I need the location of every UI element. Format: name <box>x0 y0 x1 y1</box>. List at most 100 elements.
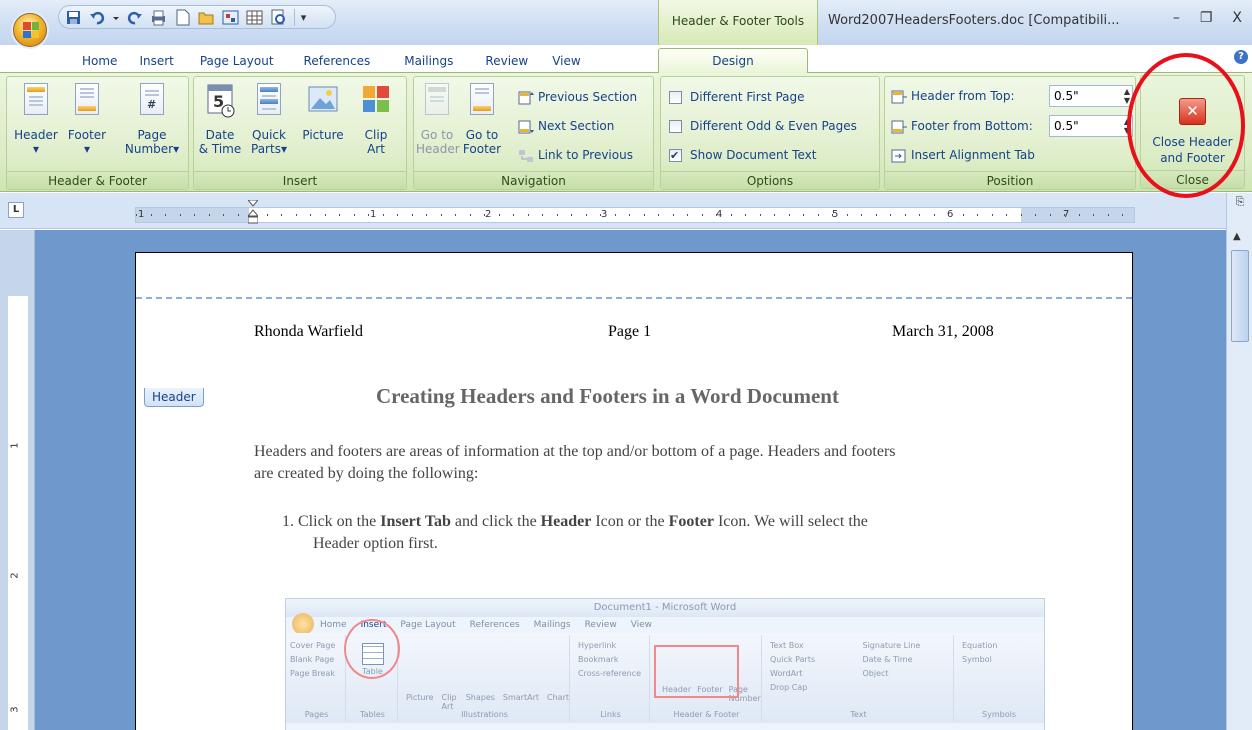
quick-access-toolbar: ▾ <box>58 5 336 29</box>
ruler-tick <box>237 214 239 216</box>
checkbox-icon <box>669 120 682 133</box>
undo-icon[interactable] <box>89 9 106 26</box>
page-number-button[interactable]: # Page Number▾ <box>119 81 185 156</box>
close-header-footer-button[interactable]: ✕ Close Header and Footer Close <box>1140 75 1245 189</box>
indent-marker[interactable] <box>246 199 260 224</box>
link-to-previous-button[interactable]: Link to Previous <box>518 147 633 163</box>
header-author[interactable]: Rhonda Warfield <box>254 323 363 341</box>
tab-references[interactable]: References <box>288 50 387 72</box>
ruler-tick <box>861 214 862 216</box>
embedded-screenshot: Document1 - Microsoft Word Home Insert P… <box>285 598 1045 730</box>
ruler-tick <box>1020 214 1022 216</box>
customize-qat-icon[interactable]: ▾ <box>294 8 312 26</box>
quick-parts-icon <box>253 83 285 123</box>
annotation-circle <box>344 619 400 679</box>
insert-alignment-tab-button[interactable]: Insert Alignment Tab <box>891 147 1035 163</box>
document-page[interactable]: Rhonda Warfield Page 1 March 31, 2008 He… <box>135 252 1133 730</box>
header-date[interactable]: March 31, 2008 <box>892 323 994 341</box>
ruler-tick <box>266 214 268 216</box>
scroll-thumb[interactable] <box>1231 250 1249 342</box>
tab-mailings[interactable]: Mailings <box>386 50 471 72</box>
office-logo-icon <box>23 22 39 38</box>
help-icon[interactable]: ? <box>1234 50 1248 64</box>
ribbon: Header ▾ Footer ▾ # Page Number▾ Header & F… <box>0 72 1252 192</box>
group-label-close: Close <box>1141 170 1244 188</box>
spinner-icon[interactable]: ▲ ▼ <box>1124 87 1130 105</box>
ruler-tick <box>324 214 326 216</box>
ruler-tick <box>194 214 195 216</box>
ruler-tick <box>571 214 572 216</box>
minimize-button[interactable]: – <box>1173 10 1180 26</box>
print-preview-icon[interactable] <box>270 9 287 26</box>
step-1-paragraph[interactable]: 1. Click on the Insert Tab and click the… <box>282 511 868 555</box>
ruler-tick <box>948 214 949 216</box>
different-odd-even-checkbox[interactable]: Different Odd & Even Pages <box>669 118 857 134</box>
ruler-tick <box>904 214 906 216</box>
document-title: Word2007HeadersFooters.doc [Compatibili.… <box>828 13 1120 28</box>
ruler-tick <box>455 214 456 216</box>
horizontal-ruler[interactable]: 1 1 2 3 4 5 6 7 <box>135 207 1135 223</box>
redo-icon[interactable] <box>126 9 143 26</box>
close-window-button[interactable]: X <box>1232 10 1242 26</box>
next-section-button[interactable]: Next Section <box>518 118 614 134</box>
intro-paragraph[interactable]: Headers and footers are areas of informa… <box>254 441 896 485</box>
picture-button[interactable]: Picture <box>298 81 348 142</box>
ruler-tick <box>339 214 340 216</box>
ruler-tick <box>803 214 804 216</box>
ruler-tick <box>397 214 398 216</box>
form-icon[interactable] <box>222 9 239 26</box>
spinner-icon[interactable]: ▲ ▼ <box>1124 117 1130 135</box>
tab-insert[interactable]: Insert <box>127 50 185 72</box>
tab-home[interactable]: Home <box>72 50 127 72</box>
quick-parts-button[interactable]: Quick Parts▾ <box>246 81 292 156</box>
tab-review[interactable]: Review <box>471 50 542 72</box>
ruler-tick <box>832 214 833 216</box>
checkbox-checked-icon <box>669 148 682 164</box>
different-first-page-checkbox[interactable]: Different First Page <box>669 89 805 105</box>
header-button[interactable]: Header ▾ <box>11 81 61 156</box>
go-to-footer-button[interactable]: Go to Footer <box>460 81 504 156</box>
ruler-tick <box>310 214 311 216</box>
group-navigation: Go to Header Go to Footer Previous Section… <box>413 76 654 190</box>
header-from-top-icon <box>891 90 907 104</box>
header-footer-tools-context: Header & Footer Tools <box>658 0 818 45</box>
ruler-tick <box>1064 214 1065 216</box>
clip-art-button[interactable]: Clip Art <box>354 81 398 156</box>
undo-dropdown-icon[interactable] <box>113 9 119 26</box>
restore-button[interactable]: ❐ <box>1200 10 1213 26</box>
document-heading[interactable]: Creating Headers and Footers in a Word D… <box>376 384 839 409</box>
ruler-tick <box>469 214 471 216</box>
tab-page-layout[interactable]: Page Layout <box>186 50 288 72</box>
date-time-button[interactable]: 5 Date & Time <box>198 81 242 156</box>
header-page-number[interactable]: Page 1 <box>608 323 651 341</box>
vertical-ruler[interactable]: 1 2 3 <box>0 230 35 730</box>
office-button[interactable] <box>13 13 47 47</box>
ruler-tick <box>1035 214 1036 216</box>
print-icon[interactable] <box>150 9 167 26</box>
go-to-header-button[interactable]: Go to Header <box>416 81 460 156</box>
view-ruler-icon[interactable]: ⎘ <box>1231 195 1249 219</box>
footer-button[interactable]: Footer ▾ <box>63 81 111 156</box>
open-folder-icon[interactable] <box>198 9 215 26</box>
new-document-icon[interactable] <box>174 9 191 26</box>
tab-view[interactable]: View <box>542 50 590 72</box>
footer-from-bottom-input[interactable]: 0.5" ▲ ▼ <box>1049 115 1133 137</box>
tab-selector-button[interactable]: L <box>8 202 24 218</box>
save-icon[interactable] <box>65 9 82 26</box>
header-from-top-input[interactable]: 0.5" ▲ ▼ <box>1049 85 1133 107</box>
ruler-tick <box>179 214 181 216</box>
previous-section-button[interactable]: Previous Section <box>518 89 637 105</box>
next-section-icon <box>518 120 534 134</box>
ruler-tick <box>614 214 616 216</box>
show-document-text-checkbox[interactable]: Show Document Text <box>669 147 816 164</box>
group-label-navigation: Navigation <box>414 171 653 189</box>
scroll-up-arrow[interactable]: ▲ <box>1233 231 1241 242</box>
ruler-tick <box>585 214 587 216</box>
tab-design[interactable]: Design <box>658 48 808 73</box>
ruler-tick <box>933 214 935 216</box>
ruler-tick <box>672 214 674 216</box>
table-icon[interactable] <box>246 9 263 26</box>
window-controls: – ❐ X <box>1173 10 1242 26</box>
vertical-scrollbar[interactable]: ⎘ ▲ <box>1226 193 1252 730</box>
ruler-tick <box>165 214 166 216</box>
